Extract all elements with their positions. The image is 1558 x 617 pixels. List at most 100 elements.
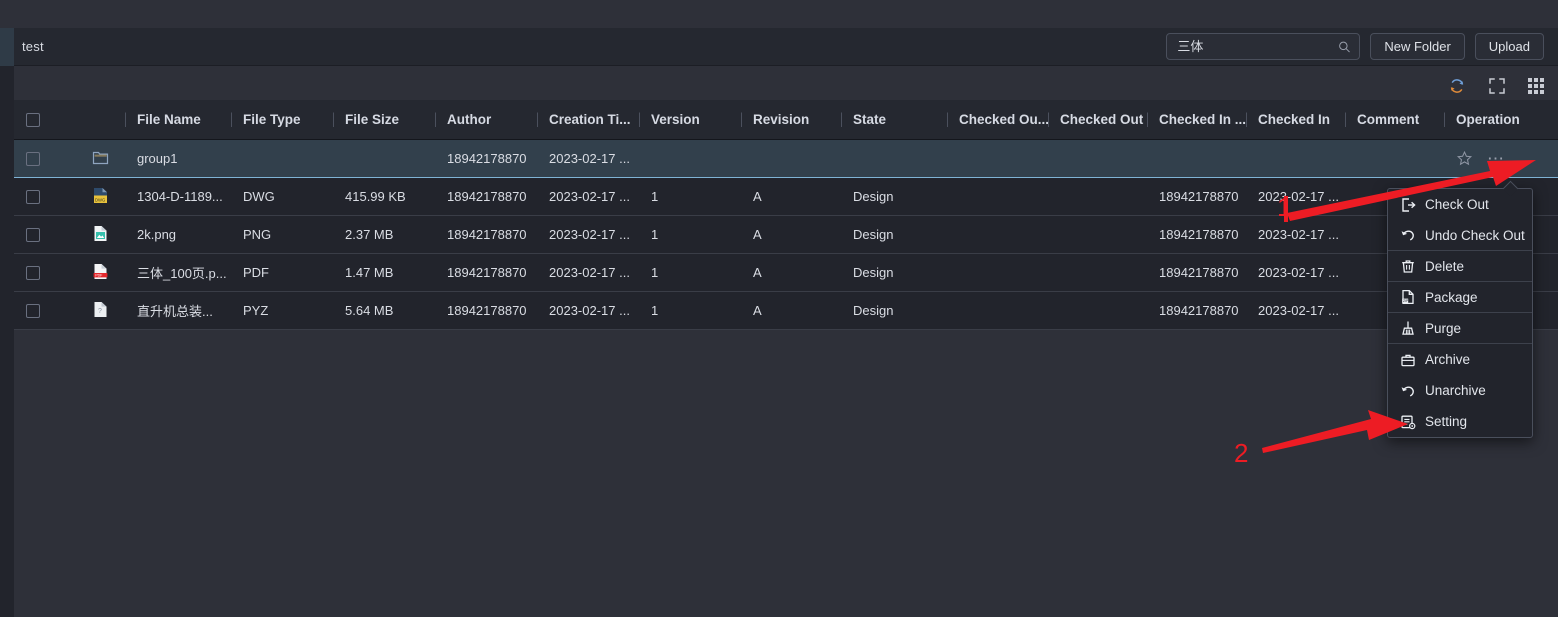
cell-file_name: 2k.png [137,227,177,242]
th-checked-in-by[interactable]: Checked In ... [1147,112,1246,127]
search-input-value: 三体 [1177,39,1204,54]
cell-file_type: PYZ [243,303,269,318]
svg-text:DWG: DWG [95,197,105,202]
left-rail-active-tab[interactable] [0,28,14,66]
cell-checked_in_a: 18942178870 [1159,227,1239,242]
row-operations: ⋯ [1456,150,1506,167]
cell-file_size: 1.47 MB [345,265,394,280]
cell-state: Design [853,303,894,318]
file-table: File Name File Type File Size Author Cre… [14,100,1558,617]
cell-revision: A [753,303,762,318]
left-rail [0,28,14,617]
menu-item-archive[interactable]: Archive [1388,344,1532,375]
table-header-row: File Name File Type File Size Author Cre… [14,100,1558,140]
row-checkbox[interactable] [26,265,40,280]
file-type-icon-cell: PDF [80,262,125,284]
th-file-size[interactable]: File Size [333,112,435,127]
folder-icon [92,148,109,170]
cell-checked_in_a: 18942178870 [1159,189,1239,204]
cell-creation_time: 2023-02-17 ... [549,303,630,318]
row-checkbox[interactable] [26,303,40,318]
file-type-icon-cell: ? [80,300,125,322]
row-checkbox[interactable] [26,227,40,242]
th-checked-in-time[interactable]: Checked In [1246,112,1345,127]
file-manager-window: test 三体 New Folder Upload File Name File… [0,0,1558,617]
header-actions: 三体 New Folder Upload [1166,33,1558,60]
dwg-file-icon: DWG [92,186,109,208]
th-checked-out-time[interactable]: Checked Out [1048,112,1147,127]
favorite-star-icon[interactable] [1456,150,1473,167]
file-type-icon-cell: DWG [80,186,125,208]
row-checkbox-cell [14,227,58,242]
menu-item-label: Setting [1425,414,1468,429]
row-checkbox-cell [14,189,58,204]
file-type-icon-cell [80,224,125,246]
select-all-checkbox[interactable] [26,112,40,127]
cell-version: 1 [651,189,659,204]
cell-checked_in_a: 18942178870 [1159,265,1239,280]
cell-file_type: PNG [243,227,272,242]
th-author[interactable]: Author [435,112,537,127]
cell-checked_in_a: 18942178870 [1159,303,1239,318]
breadcrumb[interactable]: test [22,39,44,54]
cell-version: 1 [651,265,659,280]
search-input[interactable]: 三体 [1166,33,1361,60]
table-row[interactable]: PDF 三体_100页.p... PDF 1.47 MB 18942178870 2023… [14,254,1558,292]
th-creation-time[interactable]: Creation Ti... [537,112,639,127]
row-context-menu: Check Out Undo Check Out Delete ZIP Package P… [1387,188,1533,438]
upload-button[interactable]: Upload [1474,33,1544,60]
cell-checked_in_b: 2023-02-17 ... [1258,303,1339,318]
cell-creation_time: 2023-02-17 ... [549,265,630,280]
cell-checked_in_b: 2023-02-17 ... [1258,265,1339,280]
menu-item-purge[interactable]: Purge [1388,313,1532,344]
th-comment[interactable]: Comment [1345,112,1444,127]
menu-item-label: Purge [1425,320,1462,336]
cell-creation_time: 2023-02-17 ... [549,151,630,166]
briefcase-icon [1400,352,1416,368]
fullscreen-icon[interactable] [1488,77,1506,95]
window-titlebar [0,0,1558,28]
th-revision[interactable]: Revision [741,112,841,127]
table-row[interactable]: ? 直升机总装... PYZ 5.64 MB 18942178870 2023-02-17… [14,292,1558,330]
menu-item-undo-check-out[interactable]: Undo Check Out [1388,220,1532,251]
search-icon[interactable] [1338,40,1351,53]
cell-creation_time: 2023-02-17 ... [549,227,630,242]
annotation-label-1: 1 [1277,192,1292,222]
th-state[interactable]: State [841,112,947,127]
cell-file_name: 三体_100页.p... [137,266,227,281]
menu-item-label: Archive [1425,352,1471,367]
th-checked-out-by[interactable]: Checked Ou... [947,112,1048,127]
table-row[interactable]: 2k.png PNG 2.37 MB 18942178870 2023-02-17 ..… [14,216,1558,254]
menu-item-label: Check Out [1425,197,1489,212]
new-folder-button[interactable]: New Folder [1370,33,1465,60]
svg-text:ZIP: ZIP [1403,299,1409,303]
th-select-all [14,112,58,127]
cell-file_name: 1304-D-1189... [137,189,223,204]
table-row[interactable]: DWG 1304-D-1189... DWG 415.99 KB 18942178870… [14,178,1558,216]
cell-checked_in_b: 2023-02-17 ... [1258,189,1339,204]
svg-text:PDF: PDF [95,273,103,277]
menu-item-unarchive[interactable]: Unarchive [1388,375,1532,406]
cell-state: Design [853,189,894,204]
menu-item-label: Undo Check Out [1425,227,1525,243]
th-file-name[interactable]: File Name [125,112,231,127]
undo-icon [1400,227,1416,243]
row-checkbox-cell [14,151,58,166]
menu-item-delete[interactable]: Delete [1388,251,1532,282]
th-operation[interactable]: Operation [1444,112,1558,127]
row-operation-ellipsis[interactable]: ⋯ [1487,150,1506,167]
menu-item-package[interactable]: ZIP Package [1388,282,1532,313]
column-settings-icon[interactable] [1528,78,1544,94]
trash-icon [1400,258,1416,274]
row-checkbox[interactable] [26,189,40,204]
menu-item-setting[interactable]: Setting [1388,406,1532,437]
menu-item-check-out[interactable]: Check Out [1388,189,1532,220]
cell-version: 1 [651,303,659,318]
png-file-icon [92,224,109,246]
cell-revision: A [753,227,762,242]
table-row[interactable]: group1 18942178870 2023-02-17 ... ⋯ [14,140,1558,178]
th-version[interactable]: Version [639,112,741,127]
refresh-icon[interactable] [1448,77,1466,95]
th-file-type[interactable]: File Type [231,112,333,127]
row-checkbox[interactable] [26,151,40,166]
